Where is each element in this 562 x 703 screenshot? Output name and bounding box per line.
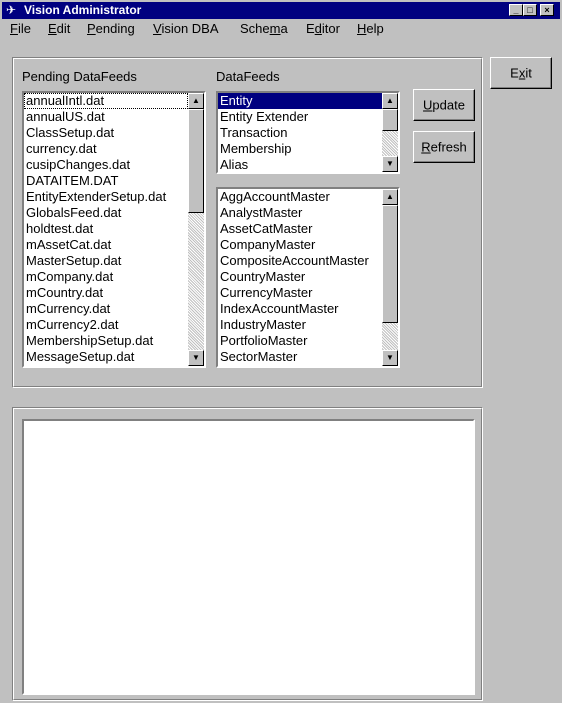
up-arrow-icon[interactable]: ▲: [188, 93, 204, 109]
list-item[interactable]: cusipChanges.dat: [24, 157, 188, 173]
datafeeds-label: DataFeeds: [216, 69, 280, 84]
window-title: Vision Administrator: [24, 3, 142, 17]
scroll-thumb[interactable]: [382, 109, 398, 131]
list-item[interactable]: mCountry.dat: [24, 285, 188, 301]
list-item[interactable]: Alias: [218, 157, 382, 172]
minimize-icon[interactable]: _: [509, 4, 523, 16]
up-arrow-icon[interactable]: ▲: [382, 93, 398, 109]
maximize-icon[interactable]: □: [523, 4, 537, 16]
list-item[interactable]: CompositeAccountMaster: [218, 253, 382, 269]
list-item[interactable]: mCompany.dat: [24, 269, 188, 285]
output-area[interactable]: [22, 419, 475, 695]
refresh-button[interactable]: Refresh: [413, 131, 475, 163]
list-item[interactable]: DATAITEM.DAT: [24, 173, 188, 189]
scroll-thumb[interactable]: [382, 205, 398, 323]
down-arrow-icon[interactable]: ▼: [188, 350, 204, 366]
menu-bar: File Edit Pending Vision DBA Schema Edit…: [2, 19, 560, 39]
list-item[interactable]: currency.dat: [24, 141, 188, 157]
list-item[interactable]: Transaction: [218, 125, 382, 141]
pending-scrollbar[interactable]: ▲ ▼: [188, 93, 204, 366]
airplane-icon: ✈: [6, 3, 17, 17]
list-item[interactable]: annualUS.dat: [24, 109, 188, 125]
list-item[interactable]: holdtest.dat: [24, 221, 188, 237]
list-item[interactable]: Entity: [218, 93, 382, 109]
datafeed-types-list[interactable]: Entity Entity Extender Transaction Membersh…: [216, 91, 400, 174]
pending-datafeeds-label: Pending DataFeeds: [22, 69, 137, 84]
list-item[interactable]: MessageSetup.dat: [24, 349, 188, 365]
menu-vision-dba[interactable]: Vision DBA: [153, 21, 219, 36]
menu-file[interactable]: File: [10, 21, 31, 36]
masters-scrollbar[interactable]: ▲ ▼: [382, 189, 398, 366]
down-arrow-icon[interactable]: ▼: [382, 350, 398, 366]
datafeed-masters-list[interactable]: AggAccountMaster AnalystMaster AssetCatMas…: [216, 187, 400, 368]
list-item[interactable]: CompanyMaster: [218, 237, 382, 253]
list-item[interactable]: GlobalsFeed.dat: [24, 205, 188, 221]
list-item[interactable]: PortfolioMaster: [218, 333, 382, 349]
menu-help[interactable]: Help: [357, 21, 384, 36]
menu-schema[interactable]: Schema: [240, 21, 288, 36]
update-button[interactable]: Update: [413, 89, 475, 121]
types-scrollbar[interactable]: ▲ ▼: [382, 93, 398, 172]
list-item[interactable]: SectorMaster: [218, 349, 382, 365]
list-item[interactable]: Membership: [218, 141, 382, 157]
list-item[interactable]: MasterSetup.dat: [24, 253, 188, 269]
exit-button[interactable]: Exit: [490, 57, 552, 89]
list-item[interactable]: annualIntl.dat: [24, 93, 188, 109]
scroll-thumb[interactable]: [188, 109, 204, 213]
list-item[interactable]: mCurrency.dat: [24, 301, 188, 317]
list-item[interactable]: IndexAccountMaster: [218, 301, 382, 317]
list-item[interactable]: AnalystMaster: [218, 205, 382, 221]
down-arrow-icon[interactable]: ▼: [382, 156, 398, 172]
up-arrow-icon[interactable]: ▲: [382, 189, 398, 205]
menu-pending[interactable]: Pending: [87, 21, 135, 36]
list-item[interactable]: mCurrency2.dat: [24, 317, 188, 333]
menu-edit[interactable]: Edit: [48, 21, 70, 36]
menu-editor[interactable]: Editor: [306, 21, 340, 36]
pending-datafeeds-list[interactable]: annualIntl.dat annualUS.dat ClassSetup.dat…: [22, 91, 206, 368]
list-item[interactable]: EntityExtenderSetup.dat: [24, 189, 188, 205]
title-bar[interactable]: ✈ Vision Administrator _ □ ×: [2, 2, 560, 19]
list-item[interactable]: Entity Extender: [218, 109, 382, 125]
list-item[interactable]: CountryMaster: [218, 269, 382, 285]
close-icon[interactable]: ×: [540, 4, 554, 16]
list-item[interactable]: AggAccountMaster: [218, 189, 382, 205]
list-item[interactable]: CurrencyMaster: [218, 285, 382, 301]
list-item[interactable]: mAssetCat.dat: [24, 237, 188, 253]
list-item[interactable]: IndustryMaster: [218, 317, 382, 333]
list-item[interactable]: ClassSetup.dat: [24, 125, 188, 141]
list-item[interactable]: MembershipSetup.dat: [24, 333, 188, 349]
list-item[interactable]: AssetCatMaster: [218, 221, 382, 237]
